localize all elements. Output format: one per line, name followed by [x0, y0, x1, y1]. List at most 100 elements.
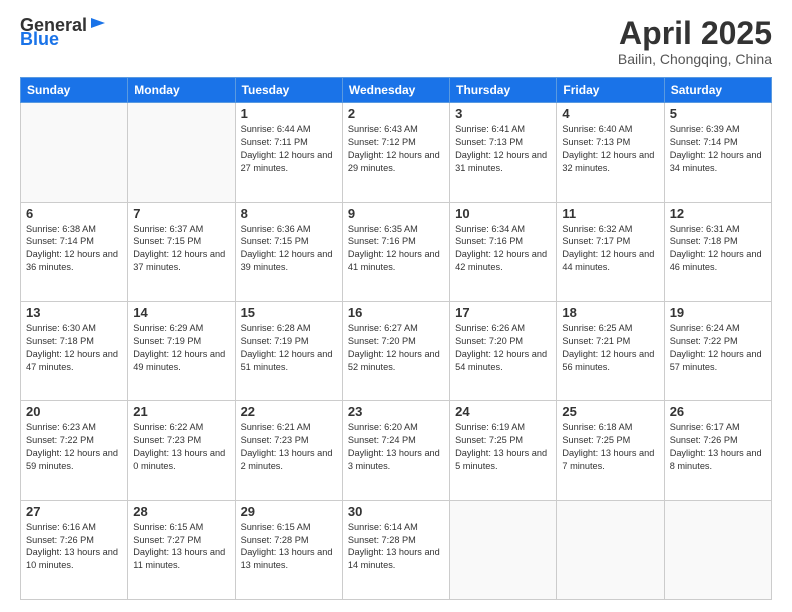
- table-row: 9 Sunrise: 6:35 AM Sunset: 7:16 PM Daylig…: [342, 202, 449, 301]
- logo: General Blue: [20, 16, 107, 48]
- table-row: 3 Sunrise: 6:41 AM Sunset: 7:13 PM Daylig…: [450, 103, 557, 202]
- calendar-week-row: 27 Sunrise: 6:16 AM Sunset: 7:26 PM Dayli…: [21, 500, 772, 599]
- day-number: 14: [133, 305, 229, 320]
- table-row: 1 Sunrise: 6:44 AM Sunset: 7:11 PM Daylig…: [235, 103, 342, 202]
- day-number: 9: [348, 206, 444, 221]
- day-number: 27: [26, 504, 122, 519]
- calendar-week-row: 6Sunrise: 6:38 AM Sunset: 7:14 PM Daylig…: [21, 202, 772, 301]
- table-row: [21, 103, 128, 202]
- day-number: 21: [133, 404, 229, 419]
- table-row: 25 Sunrise: 6:18 AM Sunset: 7:25 PM Dayli…: [557, 401, 664, 500]
- table-row: 6Sunrise: 6:38 AM Sunset: 7:14 PM Daylig…: [21, 202, 128, 301]
- day-number: 20: [26, 404, 122, 419]
- day-info: Sunrise: 6:36 AM Sunset: 7:15 PM Dayligh…: [241, 223, 337, 275]
- table-row: 26 Sunrise: 6:17 AM Sunset: 7:26 PM Dayli…: [664, 401, 771, 500]
- day-info: Sunrise: 6:21 AM Sunset: 7:23 PM Dayligh…: [241, 421, 337, 473]
- day-number: 4: [562, 106, 658, 121]
- day-number: 22: [241, 404, 337, 419]
- day-number: 5: [670, 106, 766, 121]
- table-row: 29Sunrise: 6:15 AM Sunset: 7:28 PM Dayli…: [235, 500, 342, 599]
- table-row: 4 Sunrise: 6:40 AM Sunset: 7:13 PM Daylig…: [557, 103, 664, 202]
- table-row: 23 Sunrise: 6:20 AM Sunset: 7:24 PM Dayli…: [342, 401, 449, 500]
- weekday-header-row: Sunday Monday Tuesday Wednesday Thursday…: [21, 78, 772, 103]
- table-row: 22 Sunrise: 6:21 AM Sunset: 7:23 PM Dayli…: [235, 401, 342, 500]
- table-row: 10Sunrise: 6:34 AM Sunset: 7:16 PM Dayli…: [450, 202, 557, 301]
- table-row: 16 Sunrise: 6:27 AM Sunset: 7:20 PM Dayli…: [342, 301, 449, 400]
- table-row: 21Sunrise: 6:22 AM Sunset: 7:23 PM Dayli…: [128, 401, 235, 500]
- calendar-week-row: 20 Sunrise: 6:23 AM Sunset: 7:22 PM Dayli…: [21, 401, 772, 500]
- table-row: 28 Sunrise: 6:15 AM Sunset: 7:27 PM Dayli…: [128, 500, 235, 599]
- calendar-week-row: 13 Sunrise: 6:30 AM Sunset: 7:18 PM Dayli…: [21, 301, 772, 400]
- day-info: Sunrise: 6:29 AM Sunset: 7:19 PM Dayligh…: [133, 322, 229, 374]
- header-monday: Monday: [128, 78, 235, 103]
- table-row: [450, 500, 557, 599]
- table-row: 15Sunrise: 6:28 AM Sunset: 7:19 PM Dayli…: [235, 301, 342, 400]
- logo-blue: Blue: [20, 30, 59, 48]
- day-info: Sunrise: 6:41 AM Sunset: 7:13 PM Dayligh…: [455, 123, 551, 175]
- day-number: 3: [455, 106, 551, 121]
- day-number: 17: [455, 305, 551, 320]
- header-thursday: Thursday: [450, 78, 557, 103]
- header: General Blue April 2025 Bailin, Chongqin…: [20, 16, 772, 67]
- table-row: 27 Sunrise: 6:16 AM Sunset: 7:26 PM Dayli…: [21, 500, 128, 599]
- header-tuesday: Tuesday: [235, 78, 342, 103]
- table-row: 20 Sunrise: 6:23 AM Sunset: 7:22 PM Dayli…: [21, 401, 128, 500]
- header-friday: Friday: [557, 78, 664, 103]
- day-info: Sunrise: 6:15 AM Sunset: 7:27 PM Dayligh…: [133, 521, 229, 573]
- table-row: 18 Sunrise: 6:25 AM Sunset: 7:21 PM Dayli…: [557, 301, 664, 400]
- table-row: 13 Sunrise: 6:30 AM Sunset: 7:18 PM Dayli…: [21, 301, 128, 400]
- table-row: 17 Sunrise: 6:26 AM Sunset: 7:20 PM Dayli…: [450, 301, 557, 400]
- table-row: [664, 500, 771, 599]
- day-number: 28: [133, 504, 229, 519]
- title-location: Bailin, Chongqing, China: [618, 51, 772, 67]
- day-info: Sunrise: 6:31 AM Sunset: 7:18 PM Dayligh…: [670, 223, 766, 275]
- day-info: Sunrise: 6:43 AM Sunset: 7:12 PM Dayligh…: [348, 123, 444, 175]
- table-row: 8 Sunrise: 6:36 AM Sunset: 7:15 PM Daylig…: [235, 202, 342, 301]
- day-number: 23: [348, 404, 444, 419]
- day-number: 29: [241, 504, 337, 519]
- header-sunday: Sunday: [21, 78, 128, 103]
- day-number: 13: [26, 305, 122, 320]
- day-info: Sunrise: 6:25 AM Sunset: 7:21 PM Dayligh…: [562, 322, 658, 374]
- header-wednesday: Wednesday: [342, 78, 449, 103]
- table-row: 2 Sunrise: 6:43 AM Sunset: 7:12 PM Daylig…: [342, 103, 449, 202]
- day-info: Sunrise: 6:37 AM Sunset: 7:15 PM Dayligh…: [133, 223, 229, 275]
- day-number: 1: [241, 106, 337, 121]
- day-number: 24: [455, 404, 551, 419]
- day-info: Sunrise: 6:38 AM Sunset: 7:14 PM Dayligh…: [26, 223, 122, 275]
- day-number: 16: [348, 305, 444, 320]
- day-info: Sunrise: 6:26 AM Sunset: 7:20 PM Dayligh…: [455, 322, 551, 374]
- day-number: 26: [670, 404, 766, 419]
- day-number: 8: [241, 206, 337, 221]
- day-info: Sunrise: 6:20 AM Sunset: 7:24 PM Dayligh…: [348, 421, 444, 473]
- calendar-week-row: 1 Sunrise: 6:44 AM Sunset: 7:11 PM Daylig…: [21, 103, 772, 202]
- day-info: Sunrise: 6:35 AM Sunset: 7:16 PM Dayligh…: [348, 223, 444, 275]
- day-info: Sunrise: 6:30 AM Sunset: 7:18 PM Dayligh…: [26, 322, 122, 374]
- day-info: Sunrise: 6:27 AM Sunset: 7:20 PM Dayligh…: [348, 322, 444, 374]
- table-row: 24Sunrise: 6:19 AM Sunset: 7:25 PM Dayli…: [450, 401, 557, 500]
- calendar-table: Sunday Monday Tuesday Wednesday Thursday…: [20, 77, 772, 600]
- day-number: 30: [348, 504, 444, 519]
- day-info: Sunrise: 6:18 AM Sunset: 7:25 PM Dayligh…: [562, 421, 658, 473]
- day-info: Sunrise: 6:24 AM Sunset: 7:22 PM Dayligh…: [670, 322, 766, 374]
- header-saturday: Saturday: [664, 78, 771, 103]
- day-info: Sunrise: 6:32 AM Sunset: 7:17 PM Dayligh…: [562, 223, 658, 275]
- day-number: 19: [670, 305, 766, 320]
- table-row: 5Sunrise: 6:39 AM Sunset: 7:14 PM Daylig…: [664, 103, 771, 202]
- day-info: Sunrise: 6:16 AM Sunset: 7:26 PM Dayligh…: [26, 521, 122, 573]
- day-info: Sunrise: 6:44 AM Sunset: 7:11 PM Dayligh…: [241, 123, 337, 175]
- day-info: Sunrise: 6:14 AM Sunset: 7:28 PM Dayligh…: [348, 521, 444, 573]
- day-number: 25: [562, 404, 658, 419]
- title-month-year: April 2025: [618, 16, 772, 51]
- day-info: Sunrise: 6:17 AM Sunset: 7:26 PM Dayligh…: [670, 421, 766, 473]
- table-row: [128, 103, 235, 202]
- day-number: 12: [670, 206, 766, 221]
- day-number: 2: [348, 106, 444, 121]
- table-row: 30 Sunrise: 6:14 AM Sunset: 7:28 PM Dayli…: [342, 500, 449, 599]
- table-row: 12 Sunrise: 6:31 AM Sunset: 7:18 PM Dayli…: [664, 202, 771, 301]
- day-info: Sunrise: 6:28 AM Sunset: 7:19 PM Dayligh…: [241, 322, 337, 374]
- day-info: Sunrise: 6:40 AM Sunset: 7:13 PM Dayligh…: [562, 123, 658, 175]
- day-info: Sunrise: 6:23 AM Sunset: 7:22 PM Dayligh…: [26, 421, 122, 473]
- table-row: 19 Sunrise: 6:24 AM Sunset: 7:22 PM Dayli…: [664, 301, 771, 400]
- day-number: 18: [562, 305, 658, 320]
